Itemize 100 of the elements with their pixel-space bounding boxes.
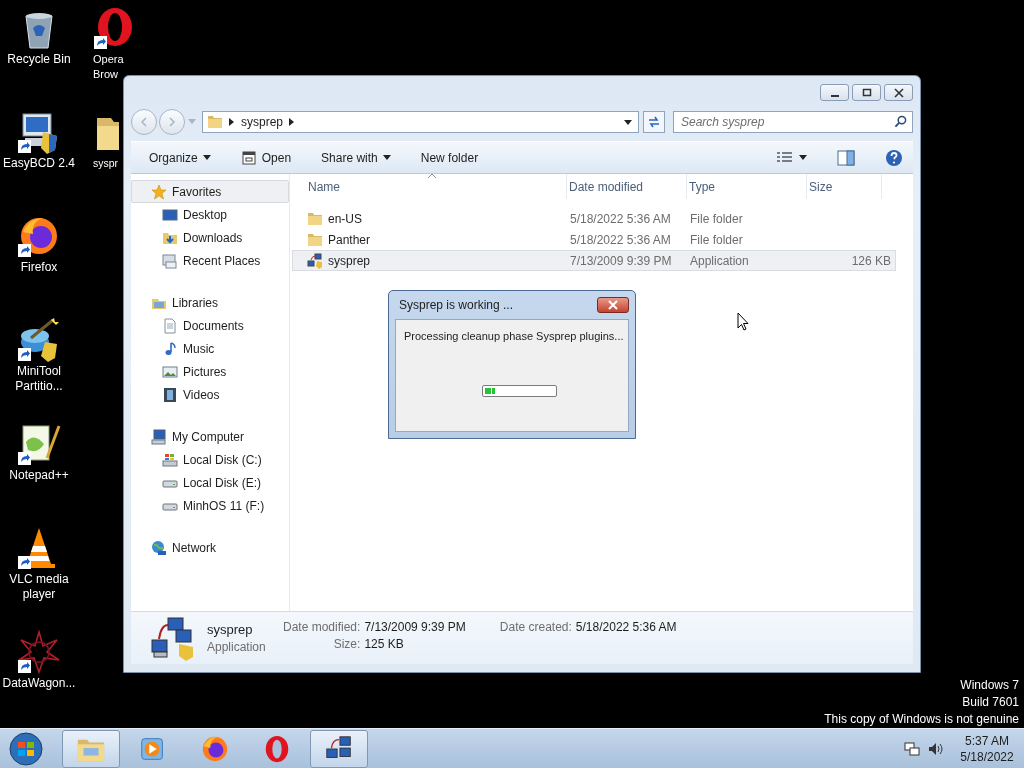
clock-date: 5/18/2022: [960, 748, 1014, 765]
activation-notice: This copy of Windows is not genuine: [824, 711, 1019, 728]
desktop-icon-label[interactable]: Notepad++: [2, 468, 76, 483]
close-button[interactable]: [884, 84, 913, 101]
menu-button[interactable]: Organize: [149, 145, 211, 170]
close-button[interactable]: [597, 297, 629, 313]
recent-places-icon: [162, 252, 178, 269]
type-cell: File folder: [690, 211, 743, 226]
windows-logo-icon: [8, 730, 44, 767]
status-message: Processing cleanup phase Sysprep plugins...: [404, 330, 624, 342]
desktop-icon-label[interactable]: syspr: [93, 156, 119, 171]
nav-item[interactable]: MinhOS 11 (F:): [131, 494, 289, 517]
details-file-type: Application: [207, 640, 267, 654]
close-icon: [608, 300, 618, 310]
nav-item[interactable]: My Computer: [131, 425, 289, 448]
file-name: en-US: [328, 211, 362, 226]
nav-item[interactable]: Videos: [131, 383, 289, 406]
network-icon: [151, 539, 167, 556]
breadcrumb-item[interactable]: sysprep: [241, 115, 284, 129]
nav-item[interactable]: Recent Places: [131, 249, 289, 272]
caret-icon: [202, 155, 211, 160]
column-header[interactable]: Name: [306, 174, 567, 199]
caret-icon: [799, 155, 807, 160]
nav-item[interactable]: Documents: [131, 314, 289, 337]
date-cell: 7/13/2009 9:39 PM: [570, 253, 672, 268]
window-icon: [240, 149, 257, 166]
mouse-cursor-icon: [737, 312, 749, 331]
close-icon: [893, 87, 904, 98]
type-cell: File folder: [690, 232, 743, 247]
network-computers-icon: [307, 252, 323, 269]
breadcrumb-arrow-icon[interactable]: [229, 118, 235, 126]
refresh-button[interactable]: [643, 111, 665, 133]
address-bar[interactable]: sysprep: [202, 111, 639, 133]
desktop-icon-label[interactable]: MiniTool Partitio...: [2, 364, 76, 394]
minimize-button[interactable]: [820, 84, 849, 101]
desktop-icon-label[interactable]: Recycle Bin: [2, 52, 76, 67]
breadcrumb-arrow-icon[interactable]: [289, 118, 296, 126]
toolbar-button[interactable]: Open: [240, 145, 292, 170]
details-view-icon: [776, 150, 794, 165]
activation-notice: Build 7601: [962, 694, 1019, 711]
picture-icon: [162, 363, 178, 380]
field-value: 5/18/2022 5:36 AM: [575, 620, 677, 634]
folder-icon: [307, 210, 323, 227]
file-row[interactable]: Panther 5/18/2022 5:36 AM File folder: [292, 229, 896, 250]
clock-time: 5:37 AM: [965, 732, 1009, 749]
restore-button[interactable]: [852, 84, 881, 101]
network-icon[interactable]: [904, 740, 920, 757]
details-file-name: sysprep: [207, 622, 254, 637]
nav-item[interactable]: Local Disk (C:): [131, 448, 289, 471]
type-cell: Application: [690, 253, 749, 268]
computer-icon: [151, 428, 167, 445]
file-row[interactable]: en-US 5/18/2022 5:36 AM File folder: [292, 208, 896, 229]
desktop-icon-label[interactable]: VLC media player: [2, 572, 76, 602]
desktop-icon: [162, 206, 178, 223]
file-name: sysprep: [328, 253, 371, 268]
file-row[interactable]: sysprep 7/13/2009 9:39 PM Application 126 KB: [292, 250, 896, 271]
taskbar-button[interactable]: [310, 729, 368, 768]
caret-icon: [382, 155, 391, 160]
nav-item[interactable]: Music: [131, 337, 289, 360]
nav-item[interactable]: Favorites: [131, 180, 289, 203]
field-value: 125 KB: [364, 637, 405, 651]
column-header[interactable]: Size: [807, 174, 882, 199]
help-icon: [885, 148, 903, 167]
preview-pane-icon: [837, 149, 855, 166]
date-cell: 5/18/2022 5:36 AM: [570, 211, 671, 226]
clock[interactable]: 5:37 AM 5/18/2022: [952, 732, 1022, 765]
file-name: Panther: [328, 232, 371, 247]
menu-button[interactable]: Share with: [321, 145, 391, 170]
caret-icon[interactable]: [624, 119, 632, 125]
field-value: 7/13/2009 9:39 PM: [364, 620, 466, 634]
system-disk-icon: [162, 451, 178, 468]
nav-item[interactable]: Network: [131, 536, 289, 559]
restore-icon: [861, 87, 872, 98]
nav-item[interactable]: Desktop: [131, 203, 289, 226]
field-label: Date created:: [499, 620, 572, 634]
field-label: Size:: [332, 637, 361, 651]
size-cell: 126 KB: [851, 253, 891, 268]
refresh-icon: [647, 115, 661, 129]
activation-notice: Windows 7: [960, 677, 1019, 694]
folder-icon: [307, 231, 323, 248]
dialog-title: Sysprep is working ...: [399, 298, 514, 312]
nav-item[interactable]: Pictures: [131, 360, 289, 383]
column-header[interactable]: Date modified: [567, 174, 687, 199]
desktop-icon-label[interactable]: EasyBCD 2.4: [2, 156, 76, 171]
nav-item[interactable]: Downloads: [131, 226, 289, 249]
column-header[interactable]: Type: [687, 174, 807, 199]
field-label: Date modified:: [283, 620, 361, 634]
minimize-icon: [830, 94, 839, 97]
toolbar-button[interactable]: New folder: [420, 145, 479, 170]
nav-item[interactable]: Libraries: [131, 291, 289, 314]
search-icon: [894, 115, 907, 128]
nav-item[interactable]: Local Disk (E:): [131, 471, 289, 494]
music-note-icon: [162, 340, 178, 357]
folder-icon: [207, 114, 223, 130]
search-field[interactable]: Search sysprep: [673, 111, 913, 133]
desktop-icon-label[interactable]: Firefox: [2, 260, 76, 275]
date-cell: 5/18/2022 5:36 AM: [570, 232, 671, 247]
desktop-icon-label[interactable]: DataWagon...: [2, 676, 76, 691]
film-icon: [162, 386, 178, 403]
document-icon: [162, 317, 178, 334]
